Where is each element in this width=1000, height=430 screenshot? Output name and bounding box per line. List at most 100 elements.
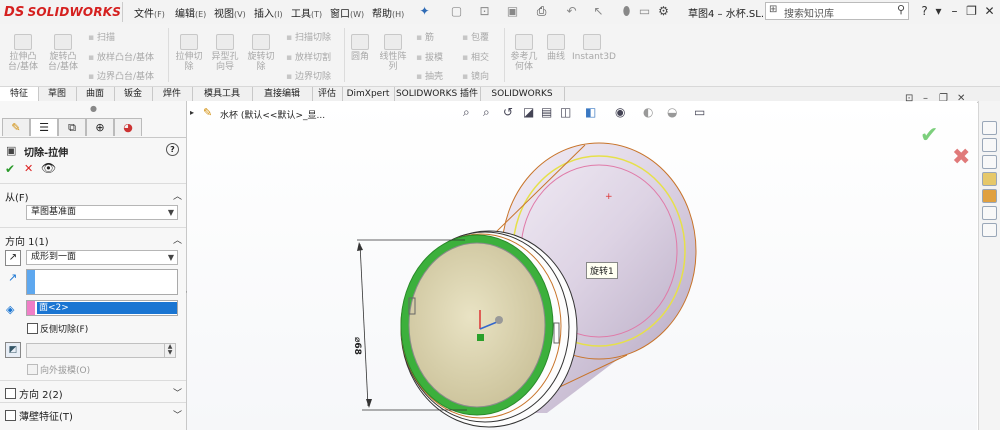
chevron-up-icon[interactable]: ︿ (173, 189, 182, 202)
preview-eye-icon[interactable]: 👁 (41, 161, 56, 175)
pin-icon[interactable]: ✦ (418, 5, 431, 18)
extrude-cut-button[interactable]: 拉伸切 除 (172, 34, 206, 72)
boundary-cut-button[interactable]: 边界切除 (286, 69, 331, 82)
boundary-boss-button[interactable]: 边界凸台/基体 (88, 69, 154, 82)
chevron-down-icon[interactable]: ﹀ (173, 408, 182, 421)
cancel-x-icon[interactable]: ✕ (24, 162, 33, 175)
help-question-icon[interactable]: ? (918, 5, 931, 18)
draft-button[interactable]: 拔模 (416, 50, 443, 63)
direction-vector-selection-box[interactable] (26, 269, 178, 295)
direction1-section-header[interactable]: 方向 1(1) (5, 233, 49, 248)
property-manager-tab-icon[interactable]: ☰ (30, 118, 58, 136)
from-section-header[interactable]: 从(F) (5, 189, 29, 204)
search-input[interactable]: 搜索知识库 (784, 5, 834, 20)
print-icon[interactable]: ⎙ (535, 5, 548, 18)
custom-properties-icon[interactable] (982, 206, 997, 220)
select-icon[interactable]: ↖ (592, 5, 605, 18)
options-gear-icon[interactable]: ⚙ (657, 5, 670, 18)
menu-help[interactable]: 帮助(H) (372, 5, 404, 20)
tab-solidworks-mbd[interactable]: SOLIDWORKS MBD (480, 87, 565, 114)
display-manager-tab-icon[interactable]: ◕ (114, 118, 142, 136)
menu-insert[interactable]: 插入(I) (254, 5, 283, 20)
minimize-icon[interactable]: – (948, 5, 961, 18)
from-start-condition-select[interactable]: 草图基准面 ▼ (26, 205, 178, 220)
solidworks-logo[interactable]: DS SOLIDWORKS (4, 3, 121, 21)
lofted-cut-button[interactable]: 放样切割 (286, 50, 331, 63)
revolve-boss-button[interactable]: 旋转凸 台/基体 (44, 34, 82, 72)
tab-sheet-metal[interactable]: 钣金 (114, 87, 153, 102)
ok-check-icon[interactable]: ✔ (5, 162, 15, 176)
selected-face-item[interactable]: 面<2> (37, 302, 177, 314)
new-file-icon[interactable]: ▢ (450, 5, 463, 18)
file-props-icon[interactable]: ▭ (638, 5, 651, 18)
tab-surfaces[interactable]: 曲面 (76, 87, 115, 102)
design-library-icon[interactable] (982, 138, 997, 152)
restore-icon[interactable]: ❐ (965, 5, 978, 18)
home-icon[interactable] (982, 121, 997, 135)
tab-solidworks-addins[interactable]: SOLIDWORKS 插件 (394, 87, 481, 102)
draft-on-off-icon[interactable]: ◩ (5, 342, 21, 358)
rebuild-icon[interactable]: ⬮ (620, 5, 633, 18)
command-manager: 拉伸凸 台/基体 旋转凸 台/基体 扫描 放样凸台/基体 边界凸台/基体 拉伸切… (0, 24, 1000, 86)
intersect-button[interactable]: 相交 (462, 50, 489, 63)
tab-weldments[interactable]: 焊件 (152, 87, 193, 102)
thin-feature-section-header[interactable]: 薄壁特征(T) (19, 408, 73, 423)
swept-cut-button[interactable]: 扫描切除 (286, 30, 331, 43)
close-icon[interactable]: ✕ (983, 5, 996, 18)
hole-wizard-button[interactable]: 异型孔 向导 (208, 34, 242, 72)
menu-file[interactable]: 文件(F) (134, 5, 165, 20)
configuration-manager-tab-icon[interactable]: ⧉ (58, 118, 86, 136)
graphics-area[interactable]: ▸ ✎ 水杯 (默认<<默认>_显... ⌕ ⌕ ↺ ◪ ▤ ◫ ◧ ◉ ◐ ◒… (187, 93, 977, 430)
end-condition-select[interactable]: 成形到一面 ▼ (26, 250, 178, 265)
revolve-cut-button[interactable]: 旋转切 除 (244, 34, 278, 72)
draft-angle-input[interactable]: ▲ ▼ (26, 343, 176, 358)
help-icon[interactable]: ? (166, 143, 179, 156)
reference-geometry-button[interactable]: 参考几 何体 (506, 34, 542, 72)
menu-window[interactable]: 窗口(W) (330, 5, 364, 20)
menu-view[interactable]: 视图(V) (214, 5, 246, 20)
flip-side-checkbox[interactable] (27, 323, 38, 334)
direction2-checkbox[interactable] (5, 388, 16, 399)
sweep-button[interactable]: 扫描 (88, 30, 115, 43)
tab-evaluate[interactable]: 评估 (312, 87, 343, 102)
direction2-section-header[interactable]: 方向 2(2) (19, 386, 63, 401)
tab-mold-tools[interactable]: 模具工具 (192, 87, 253, 102)
diameter-dimension-label[interactable]: ⌀68 (352, 337, 362, 355)
loft-button[interactable]: 放样凸台/基体 (88, 50, 154, 63)
dimxpert-manager-tab-icon[interactable]: ⊕ (86, 118, 114, 136)
chevron-down-icon[interactable]: ﹀ (173, 386, 182, 399)
tab-dimxpert[interactable]: DimXpert (342, 87, 395, 102)
fillet-button[interactable]: 圆角 (346, 34, 374, 62)
search-box[interactable]: ⊞ 搜索知识库 ⚲ (765, 2, 909, 20)
wrap-button[interactable]: 包覆 (462, 30, 489, 43)
face-selection-box[interactable]: 面<2> (26, 300, 178, 316)
search-icon[interactable]: ⚲ (897, 3, 905, 16)
feature-manager-tab-icon[interactable]: ✎ (2, 118, 30, 136)
view-palette-icon[interactable] (982, 172, 997, 186)
menu-tools[interactable]: 工具(T) (291, 5, 322, 20)
instant3d-button[interactable]: Instant3D (572, 34, 616, 62)
reverse-direction-icon[interactable]: ↗ (5, 250, 21, 266)
linear-pattern-button[interactable]: 线性阵 列 (376, 34, 410, 72)
cup-model-view[interactable]: + (187, 101, 977, 430)
spinner-icon[interactable]: ▲ ▼ (164, 344, 175, 357)
shell-button[interactable]: 抽壳 (416, 69, 443, 82)
tab-direct-editing[interactable]: 直接编辑 (252, 87, 313, 102)
tab-features[interactable]: 特征 (0, 87, 39, 102)
help-dropdown-icon[interactable]: ▾ (932, 5, 945, 18)
thin-feature-checkbox[interactable] (5, 410, 16, 421)
appearances-icon[interactable] (982, 189, 997, 203)
file-explorer-icon[interactable] (982, 155, 997, 169)
curves-button[interactable]: 曲线 (544, 34, 568, 62)
undo-icon[interactable]: ↶ (565, 5, 578, 18)
tab-sketch[interactable]: 草图 (38, 87, 77, 102)
menu-edit[interactable]: 编辑(E) (175, 5, 206, 20)
panel-grip-icon[interactable]: ● (90, 104, 97, 113)
save-icon[interactable]: ▣ (506, 5, 519, 18)
extrude-boss-button[interactable]: 拉伸凸 台/基体 (4, 34, 42, 72)
mirror-button[interactable]: 镜向 (462, 69, 489, 82)
chevron-up-icon[interactable]: ︿ (173, 233, 182, 246)
open-file-icon[interactable]: ⊡ (478, 5, 491, 18)
rib-button[interactable]: 筋 (416, 30, 434, 43)
forum-icon[interactable] (982, 223, 997, 237)
